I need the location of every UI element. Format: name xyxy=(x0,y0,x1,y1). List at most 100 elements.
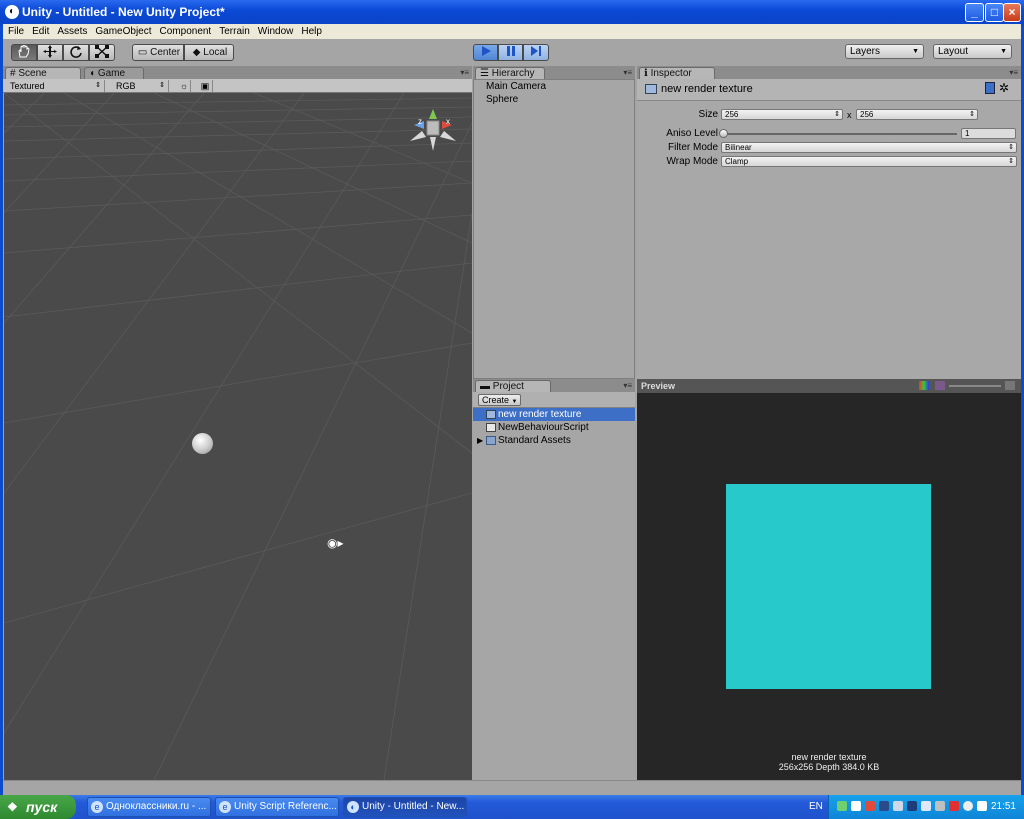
step-button[interactable] xyxy=(523,44,549,61)
layers-dropdown[interactable]: Layers ▼ xyxy=(845,44,924,59)
panel-menu-icon[interactable]: ▾≡ xyxy=(623,381,632,390)
tray-icon[interactable] xyxy=(949,801,959,811)
inspector-body: Size 256 ⇕ x 256 ⇕ Aniso Level 1 Filter … xyxy=(637,101,1021,379)
rgb-channel-icon[interactable] xyxy=(919,381,929,390)
move-tool-button[interactable] xyxy=(37,44,63,61)
scene-viewport[interactable]: ◉▸ z x xyxy=(4,93,472,780)
aniso-label: Aniso Level xyxy=(666,128,718,139)
camera-gizmo-icon[interactable]: ◉▸ xyxy=(327,537,345,549)
book-icon[interactable] xyxy=(985,82,995,94)
menu-file[interactable]: File xyxy=(3,24,28,39)
minimize-icon: _ xyxy=(971,5,978,19)
project-tab-row: ▬ Project ▾≡ xyxy=(473,379,635,392)
tray-icon[interactable] xyxy=(851,801,861,811)
tray-icon[interactable] xyxy=(879,801,889,811)
clock[interactable]: 21:51 xyxy=(991,795,1016,819)
move-icon xyxy=(43,45,57,58)
menu-assets[interactable]: Assets xyxy=(53,24,91,39)
tab-game[interactable]: ◖ Game xyxy=(84,67,144,79)
alpha-channel-icon[interactable] xyxy=(935,381,945,390)
hand-tool-button[interactable] xyxy=(11,44,37,61)
tray-antivirus-icon[interactable] xyxy=(865,801,875,811)
taskbar-item[interactable]: ◐ Unity - Untitled - New... xyxy=(343,797,467,817)
panel-menu-icon[interactable]: ▾≡ xyxy=(460,68,469,77)
tray-icon[interactable] xyxy=(907,801,917,811)
scene-lighting-toggle[interactable]: ☼ xyxy=(175,80,191,92)
tab-hierarchy[interactable]: ☰ Hierarchy xyxy=(475,67,545,79)
hand-icon xyxy=(18,44,30,58)
inspector-header: new render texture ✲ xyxy=(637,79,1021,101)
play-button[interactable] xyxy=(473,44,498,61)
wrap-mode-dropdown[interactable]: Clamp ⇕ xyxy=(721,156,1017,167)
color-mode-dropdown[interactable]: RGB ⇕ xyxy=(113,80,169,92)
expand-arrow-icon[interactable]: ▶ xyxy=(477,434,483,447)
unity-app-icon: ◐ xyxy=(5,5,19,19)
title-bar[interactable]: ◐ Unity - Untitled - New Unity Project* … xyxy=(0,0,1024,25)
orientation-gizmo[interactable]: z x xyxy=(408,105,458,153)
panel-menu-icon[interactable]: ▾≡ xyxy=(623,68,632,77)
close-button[interactable]: × xyxy=(1003,3,1021,22)
menu-terrain[interactable]: Terrain xyxy=(215,24,254,39)
menu-gameobject[interactable]: GameObject xyxy=(91,24,155,39)
tray-icon[interactable] xyxy=(963,801,973,811)
gear-icon[interactable]: ✲ xyxy=(999,81,1009,95)
hierarchy-item[interactable]: Sphere xyxy=(474,93,634,106)
pivot-local-button[interactable]: ◆ Local xyxy=(184,44,234,61)
aniso-slider-handle[interactable] xyxy=(719,129,728,138)
size-height-dropdown[interactable]: 256 ⇕ xyxy=(856,109,978,120)
tab-hierarchy-label: Hierarchy xyxy=(491,68,535,79)
pivot-center-button[interactable]: ▭ Center xyxy=(132,44,184,61)
list-item[interactable]: ▶ Standard Assets xyxy=(473,434,635,447)
asset-name: new render texture xyxy=(661,83,753,95)
scene-overlay-toggle[interactable]: ▣ xyxy=(195,80,213,92)
maximize-button[interactable]: □ xyxy=(985,3,1004,22)
pivot-local-label: Local xyxy=(203,47,228,58)
chevron-updown-icon: ⇕ xyxy=(1008,144,1014,151)
layout-label: Layout xyxy=(938,46,969,57)
aniso-slider-track[interactable] xyxy=(723,133,957,135)
scale-tool-button[interactable] xyxy=(89,44,115,61)
panel-menu-icon[interactable]: ▾≡ xyxy=(1009,68,1018,77)
list-item[interactable]: new render texture xyxy=(473,408,635,421)
mip-slider[interactable] xyxy=(949,385,1001,387)
menu-edit[interactable]: Edit xyxy=(28,24,53,39)
create-button[interactable]: Create ▼ xyxy=(478,394,522,406)
start-button[interactable]: ❖ пуск xyxy=(0,795,76,819)
layout-dropdown[interactable]: Layout ▼ xyxy=(933,44,1012,59)
folder-icon xyxy=(486,436,496,445)
pause-icon xyxy=(506,46,515,56)
size-width-dropdown[interactable]: 256 ⇕ xyxy=(721,109,843,120)
pause-button[interactable] xyxy=(498,44,523,61)
axis-gizmo-icon xyxy=(410,109,456,151)
tab-project[interactable]: ▬ Project xyxy=(475,380,551,392)
menu-window[interactable]: Window xyxy=(254,24,298,39)
menu-component[interactable]: Component xyxy=(156,24,216,39)
menu-help[interactable]: Help xyxy=(297,24,326,39)
tray-icon[interactable] xyxy=(893,801,903,811)
render-texture-icon xyxy=(645,84,657,94)
tray-network-icon[interactable] xyxy=(837,801,847,811)
filter-mode-dropdown[interactable]: Bilinear ⇕ xyxy=(721,142,1017,153)
taskbar-item[interactable]: e Unity Script Referenc... xyxy=(215,797,339,817)
taskbar-item[interactable]: e Одноклассники.ru - ... xyxy=(87,797,211,817)
rotate-tool-button[interactable] xyxy=(63,44,89,61)
taskbar-item-label: Unity Script Referenc... xyxy=(234,801,337,812)
tab-inspector-label: Inspector xyxy=(650,68,692,79)
size-height-value: 256 xyxy=(860,110,874,119)
menu-bar: File Edit Assets GameObject Component Terrain… xyxy=(3,24,1021,39)
minimize-button[interactable]: _ xyxy=(965,3,984,22)
tray-icon[interactable] xyxy=(935,801,945,811)
sphere-object[interactable] xyxy=(192,433,213,454)
tray-icon[interactable] xyxy=(921,801,931,811)
tab-scene[interactable]: # Scene xyxy=(5,67,81,79)
language-indicator[interactable]: EN xyxy=(809,795,823,819)
render-mode-dropdown[interactable]: Textured ⇕ xyxy=(7,80,105,92)
project-panel: ▬ Project ▾≡ Create ▼ new render texture… xyxy=(473,379,635,780)
info-icon: ℹ xyxy=(644,68,648,79)
tray-volume-icon[interactable] xyxy=(977,801,987,811)
aniso-value-field[interactable]: 1 xyxy=(961,128,1016,139)
list-item[interactable]: NewBehaviourScript xyxy=(473,421,635,434)
pivot-center-label: Center xyxy=(150,47,181,58)
hierarchy-item[interactable]: Main Camera xyxy=(474,80,634,93)
tab-inspector[interactable]: ℹ Inspector xyxy=(639,67,715,79)
